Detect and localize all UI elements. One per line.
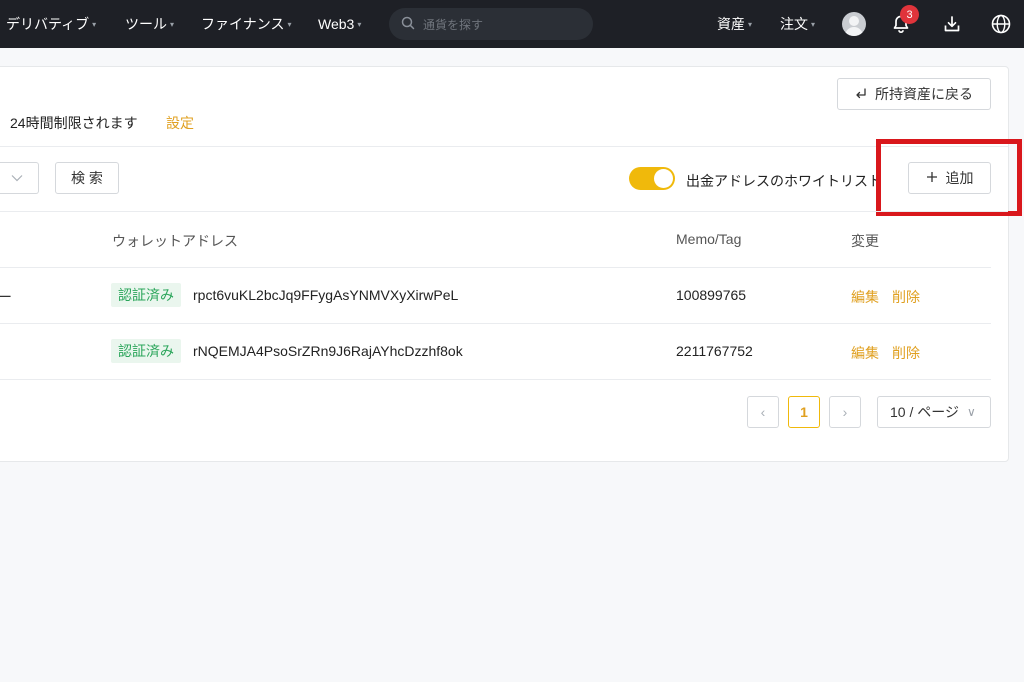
top-nav-bar: デリバティブ ▾ ツール ▾ ファイナンス ▾ Web3 ▾ 通貨を探す 資産 ▾ 注文 ▾…: [0, 0, 1024, 48]
chevron-down-icon: [11, 171, 23, 185]
search-placeholder: 通貨を探す: [423, 17, 484, 32]
return-arrow-icon: [855, 86, 867, 102]
caret-down-icon: ▾: [287, 19, 292, 29]
chevron-down-icon: ∨: [966, 405, 976, 419]
page-1-button[interactable]: 1: [788, 396, 820, 428]
nav-finance[interactable]: ファイナンス ▾: [201, 0, 291, 48]
whitelist-toggle[interactable]: [629, 167, 675, 190]
divider: [0, 323, 991, 324]
nav-assets[interactable]: 資産 ▾: [717, 0, 752, 48]
back-to-assets-button[interactable]: 所持資産に戻る: [837, 78, 991, 110]
divider: [0, 379, 991, 380]
avatar-head: [849, 16, 859, 26]
search-input[interactable]: 通貨を探す: [389, 8, 593, 40]
column-header-wallet-address: ウォレットアドレス: [112, 233, 238, 249]
back-button-label: 所持資産に戻る: [875, 86, 973, 102]
search-button[interactable]: 検 索: [55, 162, 119, 194]
limit-notice: 24時間制限されます: [10, 115, 138, 131]
next-page-button[interactable]: ›: [829, 396, 861, 428]
notification-badge: 3: [900, 5, 919, 24]
column-header-actions: 変更: [851, 233, 879, 249]
caret-down-icon: ▾: [811, 19, 816, 29]
memo-tag: 100899765: [676, 287, 747, 303]
nav-tools[interactable]: ツール ▾: [125, 0, 174, 48]
delete-button[interactable]: 削除: [892, 287, 920, 307]
page-size-label: 10 / ページ: [890, 404, 959, 420]
search-icon: [401, 16, 415, 33]
search-button-label: 検 索: [71, 170, 103, 186]
nav-assets-label: 資産: [717, 16, 745, 32]
divider: [0, 146, 1008, 147]
avatar-body: [845, 27, 863, 36]
nav-web3-label: Web3: [318, 16, 355, 32]
download-icon[interactable]: [938, 10, 966, 38]
edit-button[interactable]: 編集: [851, 343, 879, 363]
page-size-select[interactable]: 10 / ページ ∨: [877, 396, 991, 428]
divider: [0, 267, 991, 268]
filter-select[interactable]: [0, 162, 39, 194]
nav-tools-label: ツール: [125, 16, 167, 32]
avatar[interactable]: [842, 12, 866, 36]
verified-badge: 認証済み: [111, 339, 181, 363]
nav-web3[interactable]: Web3 ▾: [318, 0, 361, 48]
setting-link[interactable]: 設定: [166, 113, 194, 133]
caret-down-icon: ▾: [170, 19, 175, 29]
prev-page-button[interactable]: ‹: [747, 396, 779, 428]
verified-badge: 認証済み: [111, 283, 181, 307]
delete-button[interactable]: 削除: [892, 343, 920, 363]
nav-finance-label: ファイナンス: [201, 16, 285, 32]
nav-orders-label: 注文: [780, 16, 808, 32]
memo-tag: 2211767752: [676, 343, 753, 359]
caret-down-icon: ▾: [357, 19, 362, 29]
whitelist-toggle-label: 出金アドレスのホワイトリスト: [686, 173, 882, 189]
nav-orders[interactable]: 注文 ▾: [780, 0, 815, 48]
caret-down-icon: ▾: [92, 19, 97, 29]
annotation-highlight-box: [876, 139, 1022, 216]
edit-button[interactable]: 編集: [851, 287, 879, 307]
row-prefix: ー: [0, 289, 12, 305]
toggle-knob: [654, 169, 673, 188]
divider: [0, 211, 1008, 212]
nav-derivatives-label: デリバティブ: [6, 16, 90, 32]
column-header-memo-tag: Memo/Tag: [676, 231, 742, 247]
caret-down-icon: ▾: [748, 19, 753, 29]
wallet-address: rNQEMJA4PsoSrZRn9J6RajAYhcDzzhf8ok: [193, 343, 463, 359]
nav-derivatives[interactable]: デリバティブ ▾: [6, 0, 96, 48]
wallet-address: rpct6vuKL2bcJq9FFygAsYNMVXyXirwPeL: [193, 287, 459, 303]
globe-icon[interactable]: [987, 10, 1015, 38]
